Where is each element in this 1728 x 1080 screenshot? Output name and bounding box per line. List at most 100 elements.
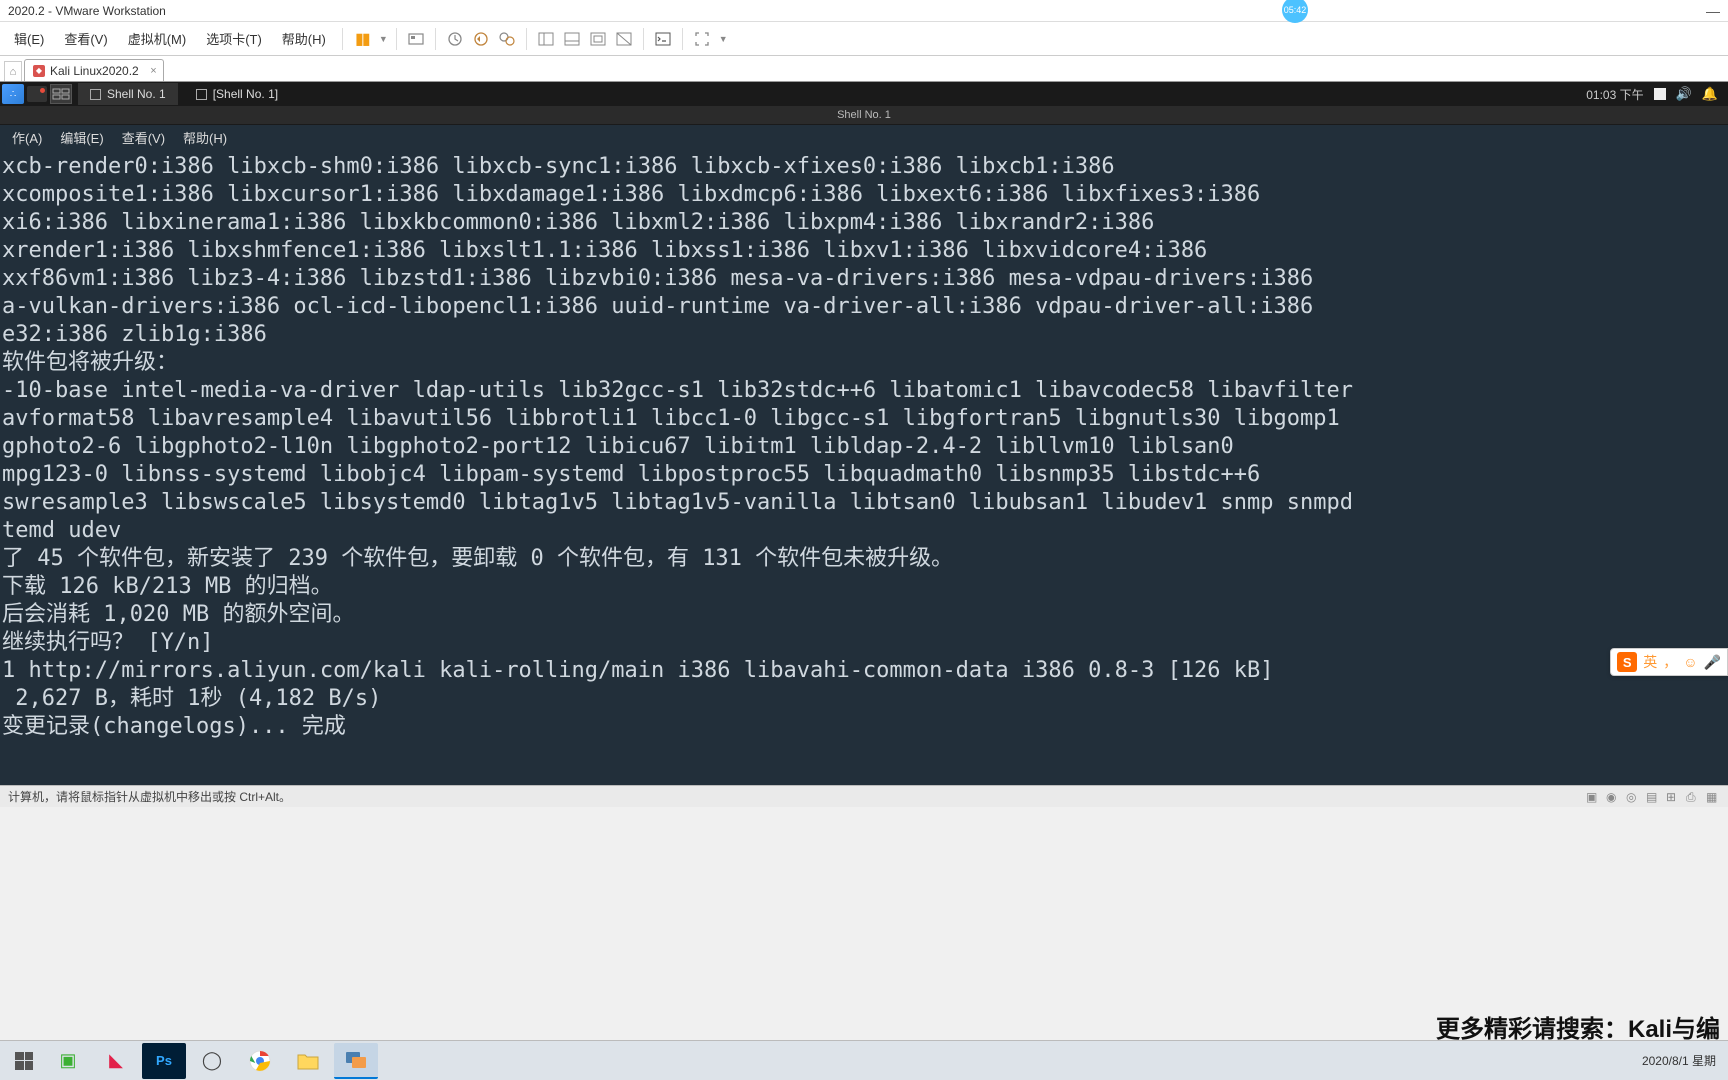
- vmware-statusbar: 计算机，请将鼠标指针从虚拟机中移出或按 Ctrl+Alt。 ▣ ◉ ◎ ▤ ⊞ …: [0, 785, 1728, 807]
- notifications-icon[interactable]: 🔔: [1702, 86, 1718, 102]
- panel-kali-menu[interactable]: ∴: [2, 84, 24, 104]
- term-menu-view[interactable]: 查看(V): [114, 125, 173, 150]
- separator: [526, 28, 527, 50]
- watermark-text: 更多精彩请搜索：Kali与编: [1436, 1009, 1720, 1044]
- panel-app-1[interactable]: [26, 84, 48, 104]
- windows-logo-icon: [15, 1052, 33, 1070]
- terminal-line: xxf86vm1:i386 libz3-4:i386 libzstd1:i386…: [2, 265, 1726, 293]
- pause-button[interactable]: ▮▮: [351, 28, 373, 50]
- vm-tab-kali[interactable]: ◆ Kali Linux2020.2 ×: [24, 59, 164, 81]
- window-icon: [196, 89, 207, 100]
- terminal-line: xcomposite1:i386 libxcursor1:i386 libxda…: [2, 181, 1726, 209]
- status-device-icon[interactable]: ▣: [1586, 790, 1600, 804]
- term-menu-file[interactable]: 作(A): [4, 125, 50, 150]
- menu-edit[interactable]: 辑(E): [6, 25, 52, 52]
- ime-emoji-icon[interactable]: ☺: [1683, 654, 1697, 670]
- send-ctrl-alt-del-icon[interactable]: [405, 28, 427, 50]
- menu-tabs[interactable]: 选项卡(T): [198, 25, 270, 52]
- terminal-line: 2,627 B，耗时 1秒 (4,182 B/s): [2, 685, 1726, 713]
- ime-mic-icon[interactable]: 🎤: [1704, 654, 1721, 671]
- vm-tab-label: Kali Linux2020.2: [50, 64, 139, 78]
- terminal-title: Shell No. 1: [837, 109, 891, 121]
- status-device-icon[interactable]: ⊞: [1666, 790, 1680, 804]
- window-title: 2020.2 - VMware Workstation: [8, 4, 166, 18]
- status-device-icon[interactable]: ⎙: [1686, 790, 1700, 804]
- minimize-button[interactable]: —: [1706, 3, 1720, 19]
- ime-lang[interactable]: 英: [1643, 652, 1657, 672]
- fullscreen-icon[interactable]: [691, 28, 713, 50]
- separator: [435, 28, 436, 50]
- terminal-line: gphoto2-6 libgphoto2-l10n libgphoto2-por…: [2, 433, 1726, 461]
- menu-help[interactable]: 帮助(H): [274, 25, 334, 52]
- terminal-line: 了 45 个软件包，新安装了 239 个软件包，要卸载 0 个软件包，有 131…: [2, 545, 1726, 573]
- terminal-line: swresample3 libswscale5 libsystemd0 libt…: [2, 489, 1726, 517]
- terminal-line: a-vulkan-drivers:i386 ocl-icd-libopencl1…: [2, 293, 1726, 321]
- separator: [682, 28, 683, 50]
- taskbar-wechat[interactable]: ▣: [46, 1043, 90, 1079]
- window-label: Shell No. 1: [107, 87, 166, 101]
- snapshot-take-icon[interactable]: [444, 28, 466, 50]
- vm-tab-icon: ◆: [33, 65, 45, 77]
- taskbar-photoshop[interactable]: Ps: [142, 1043, 186, 1079]
- view-bottom-icon[interactable]: [561, 28, 583, 50]
- status-device-icon[interactable]: ▤: [1646, 790, 1660, 804]
- terminal-line: 下载 126 kB/213 MB 的归档。: [2, 573, 1726, 601]
- ime-logo-icon[interactable]: S: [1617, 652, 1637, 672]
- terminal-line: xcb-render0:i386 libxcb-shm0:i386 libxcb…: [2, 153, 1726, 181]
- terminal-line: 后会消耗 1,020 MB 的额外空间。: [2, 601, 1726, 629]
- panel-tray-box[interactable]: [1654, 88, 1666, 100]
- terminal-line: 软件包将被升级：: [2, 349, 1726, 377]
- vmware-menubar: 辑(E) 查看(V) 虚拟机(M) 选项卡(T) 帮助(H) ▮▮ ▼ ▼: [0, 22, 1728, 56]
- terminal-line: xrender1:i386 libxshmfence1:i386 libxslt…: [2, 237, 1726, 265]
- fullscreen-dropdown[interactable]: ▼: [719, 34, 728, 44]
- terminal-output[interactable]: xcb-render0:i386 libxcb-shm0:i386 libxcb…: [0, 149, 1728, 785]
- kali-panel: ∴ Shell No. 1 [Shell No. 1] 01:03 下午 🔊 🔔: [0, 82, 1728, 106]
- view-quick-icon[interactable]: [587, 28, 609, 50]
- status-text: 计算机，请将鼠标指针从虚拟机中移出或按 Ctrl+Alt。: [8, 788, 291, 805]
- terminal-line: 变更记录(changelogs)... 完成: [2, 713, 1726, 741]
- console-icon[interactable]: [652, 28, 674, 50]
- snapshot-manager-icon[interactable]: [496, 28, 518, 50]
- view-side-icon[interactable]: [535, 28, 557, 50]
- terminal-line: temd udev: [2, 517, 1726, 545]
- panel-workspace[interactable]: [50, 84, 72, 104]
- taskbar-chrome[interactable]: [238, 1043, 282, 1079]
- status-device-icon[interactable]: ▦: [1706, 790, 1720, 804]
- terminal-menubar: 作(A) 编辑(E) 查看(V) 帮助(H): [0, 125, 1728, 149]
- terminal-line: -10-base intel-media-va-driver ldap-util…: [2, 377, 1726, 405]
- start-button[interactable]: [4, 1043, 44, 1079]
- panel-clock[interactable]: 01:03 下午: [1586, 86, 1643, 103]
- panel-window-shell-1b[interactable]: [Shell No. 1]: [184, 83, 290, 105]
- terminal-line: e32:i386 zlib1g:i386: [2, 321, 1726, 349]
- terminal-line: xi6:i386 libxinerama1:i386 libxkbcommon0…: [2, 209, 1726, 237]
- home-tab[interactable]: ⌂: [4, 61, 22, 81]
- terminal-line: avformat58 libavresample4 libavutil56 li…: [2, 405, 1726, 433]
- windows-taskbar: ▣ ◣ Ps ◯ 2020/8/1 星期: [0, 1040, 1728, 1080]
- window-label: [Shell No. 1]: [213, 87, 278, 101]
- taskbar-app-red[interactable]: ◣: [94, 1043, 138, 1079]
- view-unity-icon[interactable]: [613, 28, 635, 50]
- taskbar-explorer[interactable]: [286, 1043, 330, 1079]
- term-menu-help[interactable]: 帮助(H): [175, 125, 235, 150]
- pause-dropdown[interactable]: ▼: [379, 34, 388, 44]
- volume-icon[interactable]: 🔊: [1676, 86, 1692, 102]
- menu-vm[interactable]: 虚拟机(M): [120, 25, 195, 52]
- panel-window-shell-1[interactable]: Shell No. 1: [78, 83, 178, 105]
- terminal-line: 1 http://mirrors.aliyun.com/kali kali-ro…: [2, 657, 1726, 685]
- taskbar-datetime[interactable]: 2020/8/1 星期: [1642, 1054, 1716, 1068]
- clock-badge: 05:42: [1282, 0, 1308, 23]
- separator: [396, 28, 397, 50]
- terminal-line: mpg123-0 libnss-systemd libobjc4 libpam-…: [2, 461, 1726, 489]
- menu-view[interactable]: 查看(V): [56, 25, 115, 52]
- ime-punct[interactable]: ，: [1663, 652, 1677, 672]
- tab-close-button[interactable]: ×: [150, 65, 156, 77]
- status-device-icon[interactable]: ◎: [1626, 790, 1640, 804]
- taskbar-obs[interactable]: ◯: [190, 1043, 234, 1079]
- term-menu-edit[interactable]: 编辑(E): [52, 125, 111, 150]
- terminal-titlebar[interactable]: Shell No. 1: [0, 106, 1728, 125]
- status-device-icon[interactable]: ◉: [1606, 790, 1620, 804]
- ime-toolbar[interactable]: S 英 ， ☺ 🎤: [1610, 648, 1728, 676]
- snapshot-revert-icon[interactable]: [470, 28, 492, 50]
- window-icon: [90, 89, 101, 100]
- taskbar-vmware[interactable]: [334, 1043, 378, 1079]
